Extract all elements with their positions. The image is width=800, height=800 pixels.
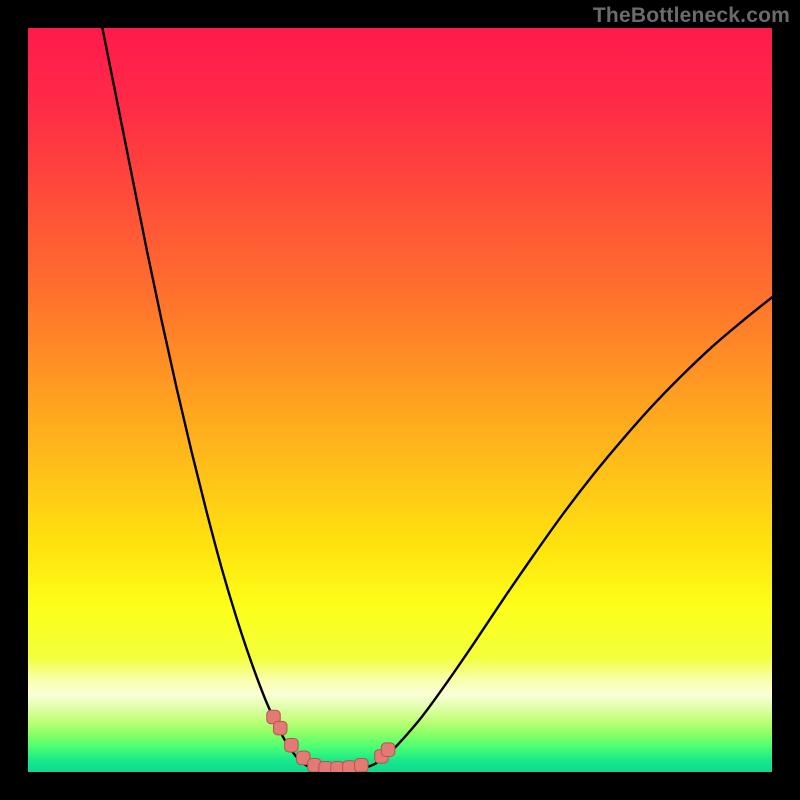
curve-marker xyxy=(381,743,395,757)
plot-area xyxy=(28,28,772,772)
curve-marker xyxy=(285,738,299,752)
chart-stage: { "watermark": "TheBottleneck.com", "col… xyxy=(0,0,800,800)
curve-marker xyxy=(273,721,287,735)
bottleneck-curve xyxy=(102,28,772,770)
watermark-text: TheBottleneck.com xyxy=(593,4,790,28)
curve-layer xyxy=(28,28,772,772)
curve-marker xyxy=(355,759,369,772)
